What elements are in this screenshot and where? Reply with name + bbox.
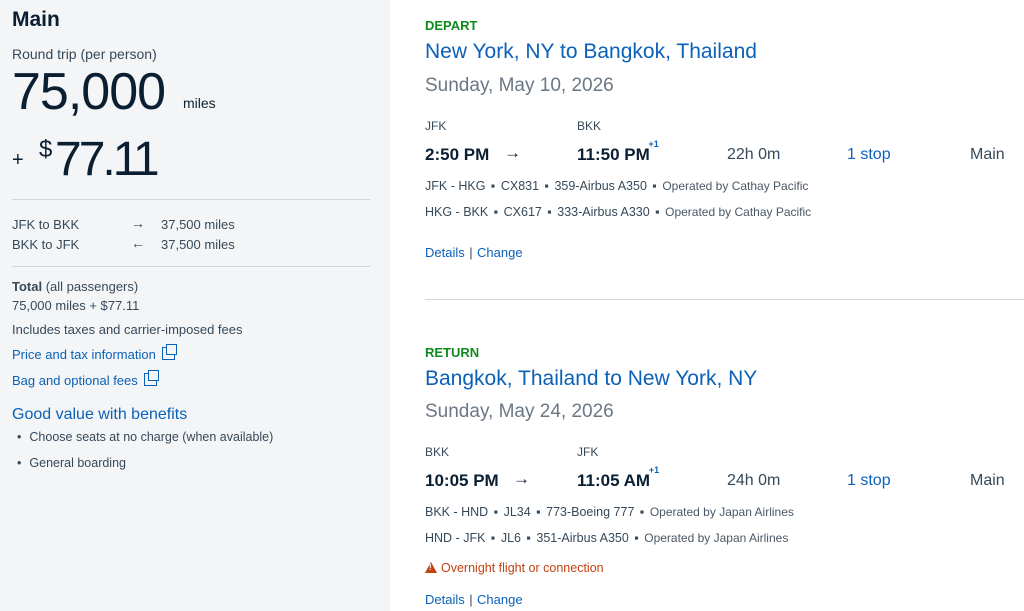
right-arrow-icon: → <box>504 143 521 162</box>
depart-label: DEPART <box>425 18 478 33</box>
section-divider <box>425 299 1024 300</box>
total-label: Total (all passengers) <box>12 279 139 294</box>
segment-miles-return: 37,500 miles <box>161 237 235 252</box>
return-change-link[interactable]: Change <box>477 592 523 607</box>
price-tax-info-link[interactable]: Price and tax information <box>12 344 177 362</box>
cabin-title: Main <box>12 8 60 31</box>
flight-segment: HKG - BKK ▪ CX617 ▪ 333-Airbus A330 ▪ Op… <box>425 205 812 219</box>
depart-stops-link[interactable]: 1 stop <box>847 146 891 164</box>
segment-route-return: BKK to JFK <box>12 237 80 252</box>
divider <box>12 199 370 200</box>
return-actions: Details | Change <box>425 592 523 607</box>
total-qualifier: (all passengers) <box>45 279 139 294</box>
depart-date: Sunday, May 10, 2026 <box>425 75 614 96</box>
depart-details-link[interactable]: Details <box>425 245 465 260</box>
depart-destination-code: BKK <box>577 119 602 133</box>
depart-change-link[interactable]: Change <box>477 245 523 260</box>
right-arrow-icon: → <box>513 469 530 488</box>
return-destination-code: JFK <box>577 445 599 459</box>
flight-segment: BKK - HND ▪ JL34 ▪ 773-Boeing 777 ▪ Oper… <box>425 505 794 519</box>
day-offset-badge: +1 <box>648 139 659 149</box>
warning-triangle-icon <box>425 562 437 573</box>
external-link-icon <box>161 344 177 360</box>
total-value: 75,000 miles + $77.11 <box>12 298 140 313</box>
flight-segment: HND - JFK ▪ JL6 ▪ 351-Airbus A350 ▪ Oper… <box>425 531 789 545</box>
left-arrow-icon: ← <box>131 235 145 251</box>
return-duration: 24h 0m <box>727 472 781 489</box>
depart-departure-time: 2:50 PM <box>425 145 490 164</box>
miles-amount: 75,000 <box>12 63 166 121</box>
cash-amount: 77.11 <box>55 133 160 186</box>
segment-miles-outbound: 37,500 miles <box>161 217 235 232</box>
includes-fees-note: Includes taxes and carrier-imposed fees <box>12 322 243 337</box>
depart-origin-code: JFK <box>425 119 447 133</box>
benefit-item: General boarding <box>17 456 126 470</box>
return-details-link[interactable]: Details <box>425 592 465 607</box>
depart-route-title: New York, NY to Bangkok, Thailand <box>425 40 757 63</box>
day-offset-badge: +1 <box>648 465 660 475</box>
depart-actions: Details | Change <box>425 245 523 260</box>
return-stops-link[interactable]: 1 stop <box>847 472 891 490</box>
return-cabin: Main <box>970 472 1005 489</box>
depart-arrival-time: 11:50 PM +1 <box>577 139 659 164</box>
plus-sign: + <box>12 149 24 171</box>
benefits-title: Good value with benefits <box>12 406 188 423</box>
return-arrival-time: 11:05 AM +1 <box>577 465 660 490</box>
return-departure-time: 10:05 PM <box>425 471 499 490</box>
external-link-icon <box>143 370 159 386</box>
return-date: Sunday, May 24, 2026 <box>425 401 614 422</box>
dollar-sign: $ <box>39 136 53 163</box>
right-arrow-icon: → <box>131 215 145 231</box>
depart-duration: 22h 0m <box>727 146 781 163</box>
return-route-title: Bangkok, Thailand to New York, NY <box>425 367 758 390</box>
flight-segment: JFK - HKG ▪ CX831 ▪ 359-Airbus A350 ▪ Op… <box>425 179 809 193</box>
bag-fees-link[interactable]: Bag and optional fees <box>12 370 159 388</box>
return-label: RETURN <box>425 345 480 360</box>
overnight-warning: Overnight flight or connection <box>425 561 604 575</box>
round-trip-label: Round trip (per person) <box>12 46 157 62</box>
miles-unit: miles <box>183 95 216 111</box>
benefit-item: Choose seats at no charge (when availabl… <box>17 430 273 444</box>
segment-route-outbound: JFK to BKK <box>12 217 80 232</box>
depart-cabin: Main <box>970 146 1005 163</box>
return-origin-code: BKK <box>425 445 450 459</box>
price-summary-panel: Main Round trip (per person) 75,000 mile… <box>0 0 390 611</box>
divider <box>12 266 370 267</box>
